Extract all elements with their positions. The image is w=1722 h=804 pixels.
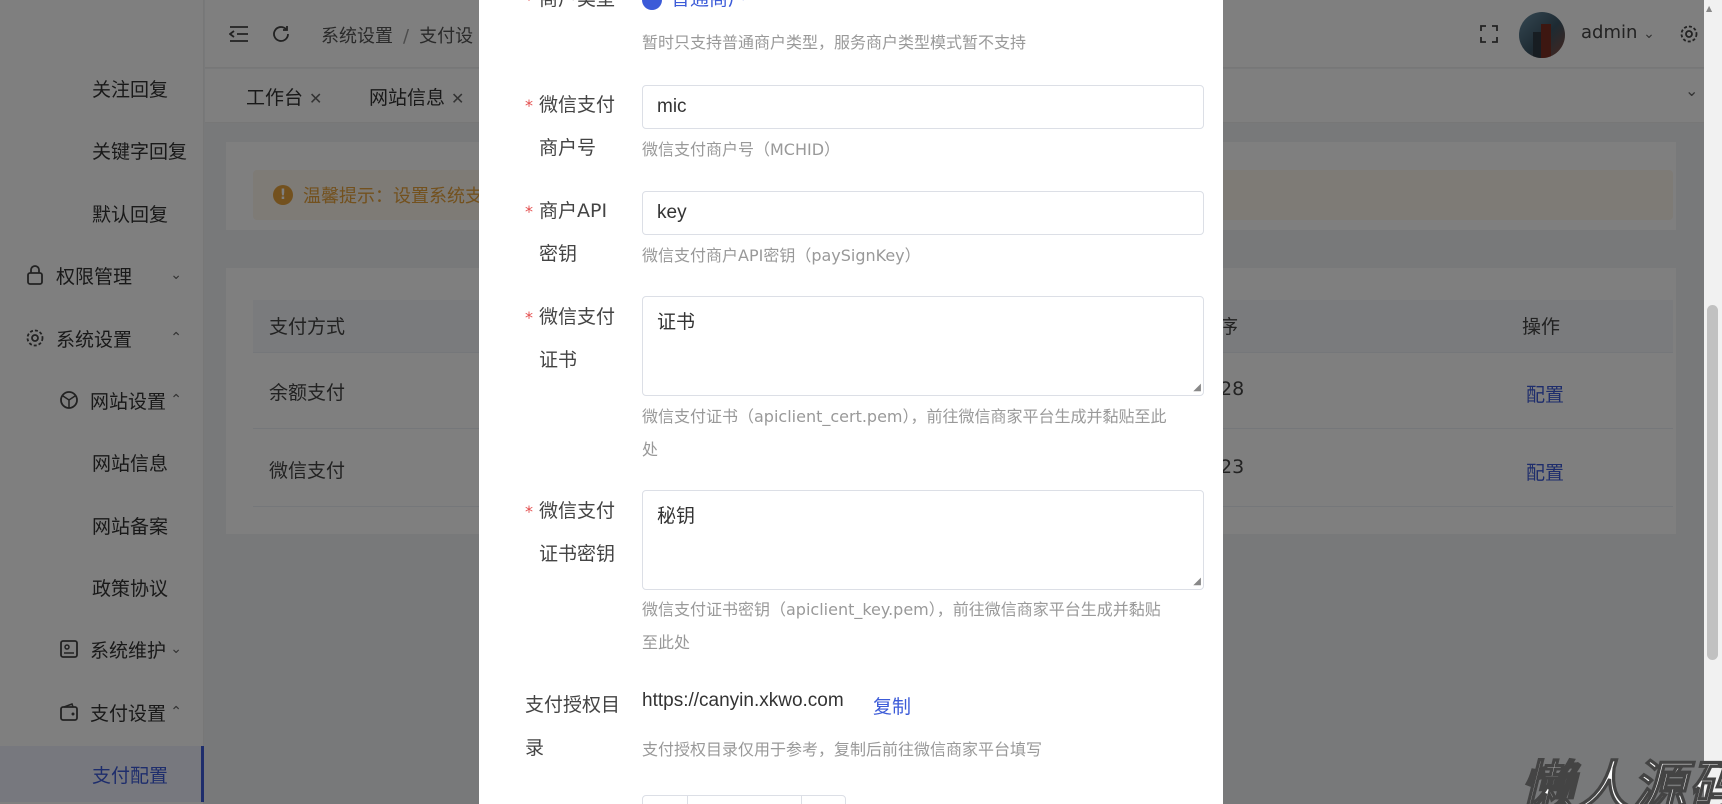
resize-handle-icon[interactable]: ◢ — [1193, 382, 1201, 393]
copy-button[interactable]: 复制 — [873, 692, 911, 719]
radio-selected[interactable] — [642, 0, 662, 10]
api-key-input[interactable]: key — [642, 191, 1204, 235]
scroll-thumb[interactable] — [1707, 305, 1718, 660]
cert-key-label: * 微信支付 证书密钥 — [525, 500, 616, 565]
cert-key-textarea[interactable]: 秘钥 ◢ — [642, 490, 1204, 590]
cert-textarea[interactable]: 证书 ◢ — [642, 296, 1204, 396]
mchid-input[interactable]: mic — [642, 85, 1204, 129]
api-key-label: * 商户API 密钥 — [525, 200, 608, 265]
mchid-help: 微信支付商户号（MCHID） — [642, 140, 841, 159]
resize-handle-icon[interactable]: ◢ — [1193, 576, 1201, 587]
auth-dir-help: 支付授权目录仅用于参考，复制后前往微信商家平台填写 — [642, 740, 1043, 759]
scroll-up-icon[interactable]: ▲ — [1706, 4, 1712, 13]
merchant-type-option[interactable]: 普通商户 — [671, 0, 1211, 21]
wechat-pay-config-dialog: *商户类型 普通商户 暂时只支持普通商户类型，服务商户类型模式暂不支持 *微信支… — [479, 0, 1223, 804]
merchant-type-label: *商户类型 — [525, 0, 615, 21]
api-key-help: 微信支付商户API密钥（paySignKey） — [642, 246, 921, 265]
auth-dir-label: 支付授权目录 — [525, 694, 621, 759]
sort-stepper[interactable] — [642, 795, 846, 804]
watermark-logo: 懒人源码 — [1519, 754, 1722, 804]
auth-dir-url: https://canyin.xkwo.com — [642, 690, 844, 711]
cert-label: * 微信支付 证书 — [525, 306, 616, 371]
cert-key-help: 微信支付证书密钥（apiclient_key.pem），前往微信商家平台生成并黏… — [642, 600, 1161, 652]
mchid-label: * 微信支付 商户号 — [525, 94, 616, 159]
merchant-type-help: 暂时只支持普通商户类型，服务商户类型模式暂不支持 — [642, 33, 1027, 52]
cert-help: 微信支付证书（apiclient_cert.pem），前往微信商家平台生成并黏贴… — [642, 407, 1167, 459]
